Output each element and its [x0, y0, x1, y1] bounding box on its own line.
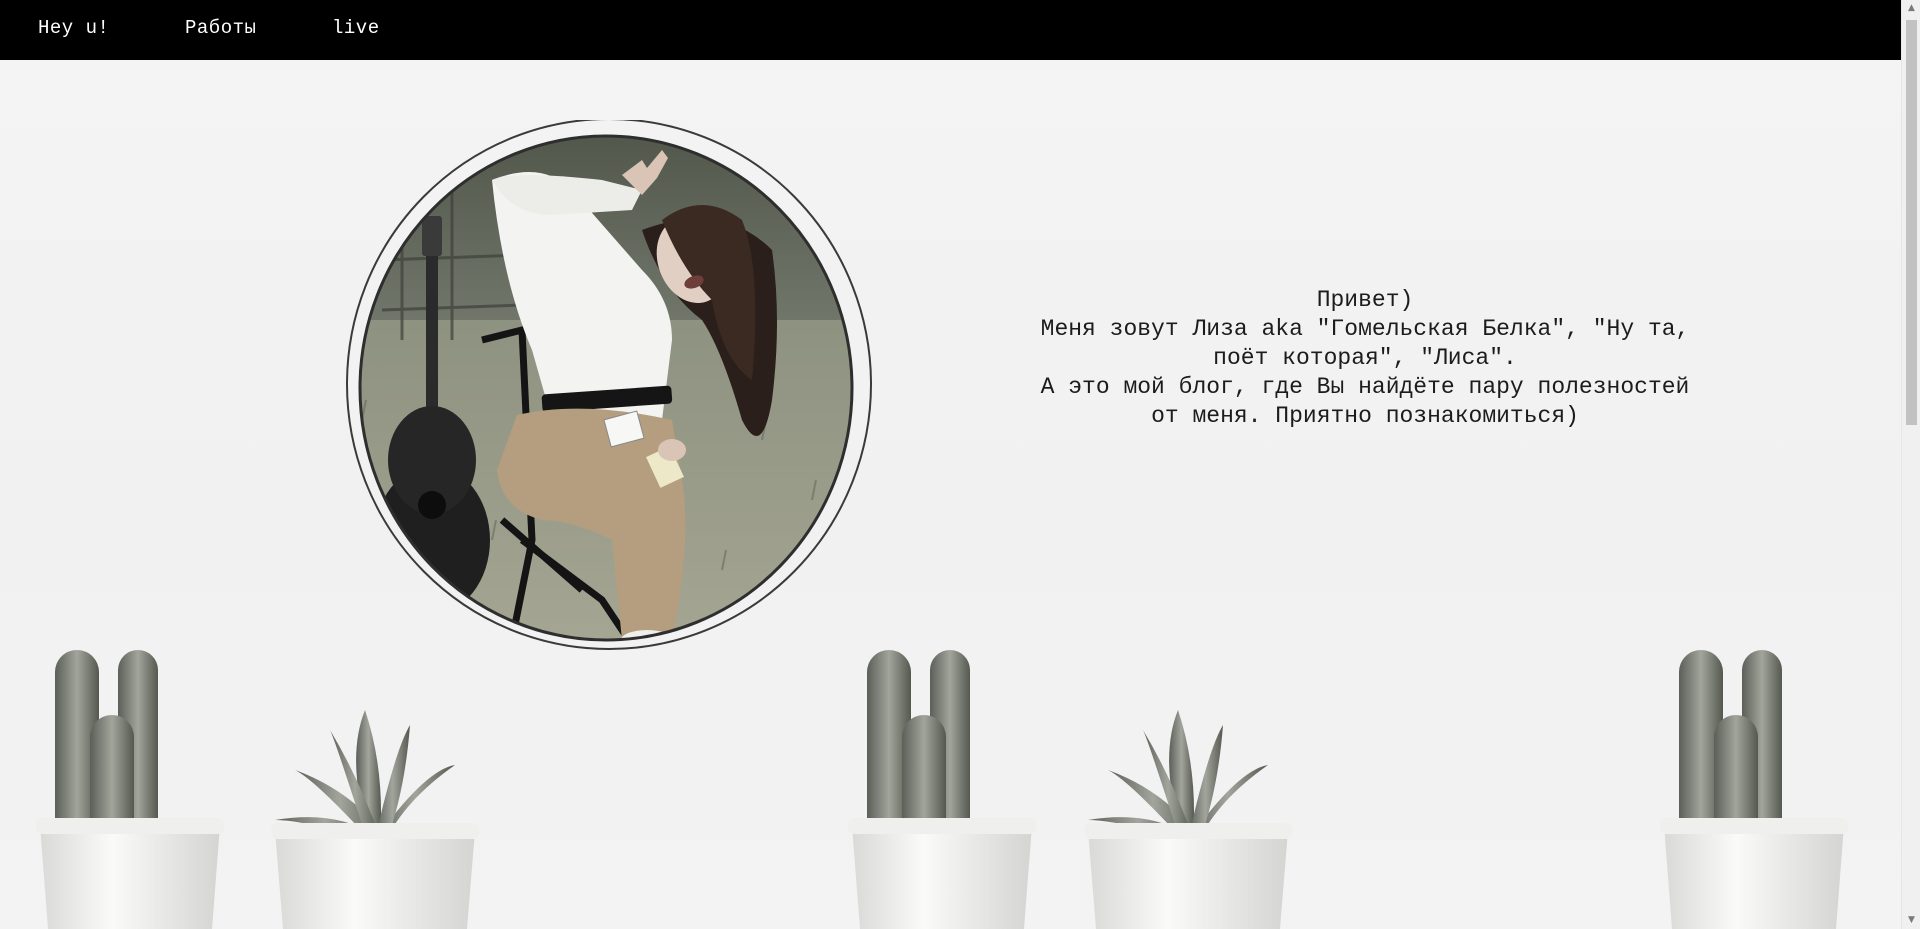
top-navbar: Hey u! Работы live — [0, 0, 1901, 60]
intro-text: Привет) Меня зовут Лиза aka "Гомельская … — [1030, 286, 1700, 431]
scroll-thumb[interactable] — [1906, 20, 1917, 425]
nav-item-works[interactable]: Работы — [185, 17, 256, 39]
intro-name: Меня зовут Лиза aka "Гомельская Белка", … — [1040, 316, 1690, 371]
vertical-scrollbar[interactable]: ▲ ▼ — [1901, 0, 1920, 929]
cactus-decoration — [36, 650, 1848, 929]
page: Hey u! Работы live Привет) Меня зовут Ли… — [0, 0, 1920, 929]
photo-content — [360, 136, 852, 640]
scroll-up-icon[interactable]: ▲ — [1902, 0, 1920, 17]
nav-item-live[interactable]: live — [332, 17, 380, 39]
intro-blog-description: А это мой блог, где Вы найдёте пару поле… — [1040, 374, 1690, 429]
profile-photo — [346, 120, 872, 650]
nav-item-hey-u[interactable]: Hey u! — [38, 17, 109, 39]
scroll-down-icon[interactable]: ▼ — [1902, 912, 1920, 929]
intro-greeting: Привет) — [1316, 287, 1414, 313]
